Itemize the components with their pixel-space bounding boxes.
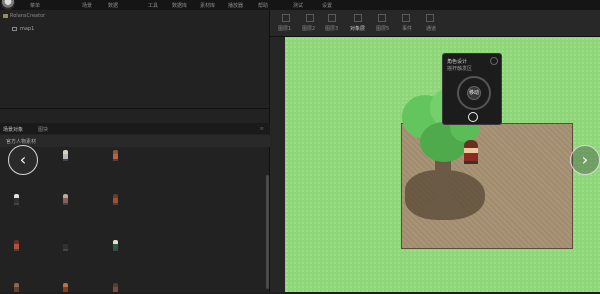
- menu-bar: 菜单 场景 数据 工具 数据库 素材库 播放器 帮助 测试 设置: [0, 0, 600, 10]
- character-sprite[interactable]: [63, 194, 68, 205]
- menu-item-3[interactable]: 工具: [148, 2, 158, 9]
- object-layer-icon: [354, 14, 362, 22]
- tab-layer-3[interactable]: 图层3: [325, 25, 338, 32]
- character-sprite[interactable]: [63, 150, 68, 161]
- tab-tiles[interactable]: 图块: [38, 126, 48, 133]
- app-logo-icon: [1, 0, 15, 10]
- character-sprite[interactable]: [113, 194, 118, 205]
- menu-item-8[interactable]: 测试: [293, 2, 303, 9]
- tree-roots: [422, 205, 464, 215]
- tree-item-map1[interactable]: map1: [12, 26, 34, 32]
- layer-toolbar: 图层1 图层2 图层3 对象层 图层5 事件 通道: [270, 10, 600, 37]
- prev-arrow-icon[interactable]: ‹: [8, 145, 38, 175]
- close-icon[interactable]: [490, 57, 498, 65]
- character-sprite[interactable]: [113, 150, 118, 161]
- map-character[interactable]: [464, 140, 478, 164]
- layer-icon: [282, 14, 290, 22]
- menu-item-0[interactable]: 菜单: [30, 2, 40, 9]
- popup-subtitle: 摇杆触发区: [447, 66, 473, 72]
- category-label: 官方人物素材: [6, 139, 37, 145]
- character-sprite[interactable]: [113, 240, 118, 251]
- layer-icon: [378, 14, 386, 22]
- layer-icon: [306, 14, 314, 22]
- map-icon: [12, 26, 17, 31]
- left-panel: RolansCreator map1: [0, 10, 270, 292]
- joystick-dot-icon[interactable]: [468, 112, 478, 122]
- project-name: RolansCreator: [10, 13, 46, 19]
- menu-item-2[interactable]: 数据: [108, 2, 118, 9]
- menu-item-1[interactable]: 场景: [82, 2, 92, 9]
- next-arrow-icon[interactable]: ›: [570, 145, 600, 175]
- tab-layer-5[interactable]: 图层5: [376, 25, 389, 32]
- channel-icon: [426, 14, 434, 22]
- character-sprite[interactable]: [14, 240, 19, 251]
- menu-item-4[interactable]: 数据库: [172, 2, 187, 9]
- tab-scene-objects[interactable]: 场景对象: [3, 126, 23, 133]
- left-scrollbar[interactable]: [266, 175, 269, 289]
- folder-icon: [3, 13, 8, 18]
- tab-events[interactable]: 事件: [402, 25, 412, 32]
- tab-object-layer[interactable]: 对象层: [350, 25, 365, 32]
- canvas-gutter: [270, 37, 285, 292]
- menu-item-7[interactable]: 帮助: [258, 2, 268, 9]
- map-label: map1: [20, 26, 35, 32]
- panel-divider[interactable]: [0, 108, 270, 109]
- tab-layer-2[interactable]: 图层2: [302, 25, 315, 32]
- character-sprite[interactable]: [63, 283, 68, 294]
- tab-channels[interactable]: 通道: [426, 25, 436, 32]
- tab-layer-1[interactable]: 图层1: [278, 25, 291, 32]
- event-icon: [402, 14, 410, 22]
- popup-title: 角色设计: [447, 59, 468, 65]
- character-sprite[interactable]: [63, 240, 68, 251]
- menu-item-6[interactable]: 播放器: [228, 2, 243, 9]
- joystick-knob[interactable]: 移动: [467, 86, 481, 100]
- object-tabs: 场景对象 图块 ≡: [0, 123, 270, 134]
- character-sprite[interactable]: [14, 283, 19, 294]
- collapse-icon[interactable]: ≡: [260, 126, 264, 132]
- layer-icon: [328, 14, 336, 22]
- menu-item-5[interactable]: 素材库: [200, 2, 215, 9]
- category-header[interactable]: 官方人物素材: [0, 135, 270, 147]
- project-tree-root[interactable]: RolansCreator: [3, 13, 45, 19]
- menu-item-9[interactable]: 设置: [322, 2, 332, 9]
- character-sprite[interactable]: [14, 194, 19, 205]
- character-sprite[interactable]: [113, 283, 118, 294]
- joystick-popup: 角色设计 摇杆触发区 移动: [442, 53, 502, 125]
